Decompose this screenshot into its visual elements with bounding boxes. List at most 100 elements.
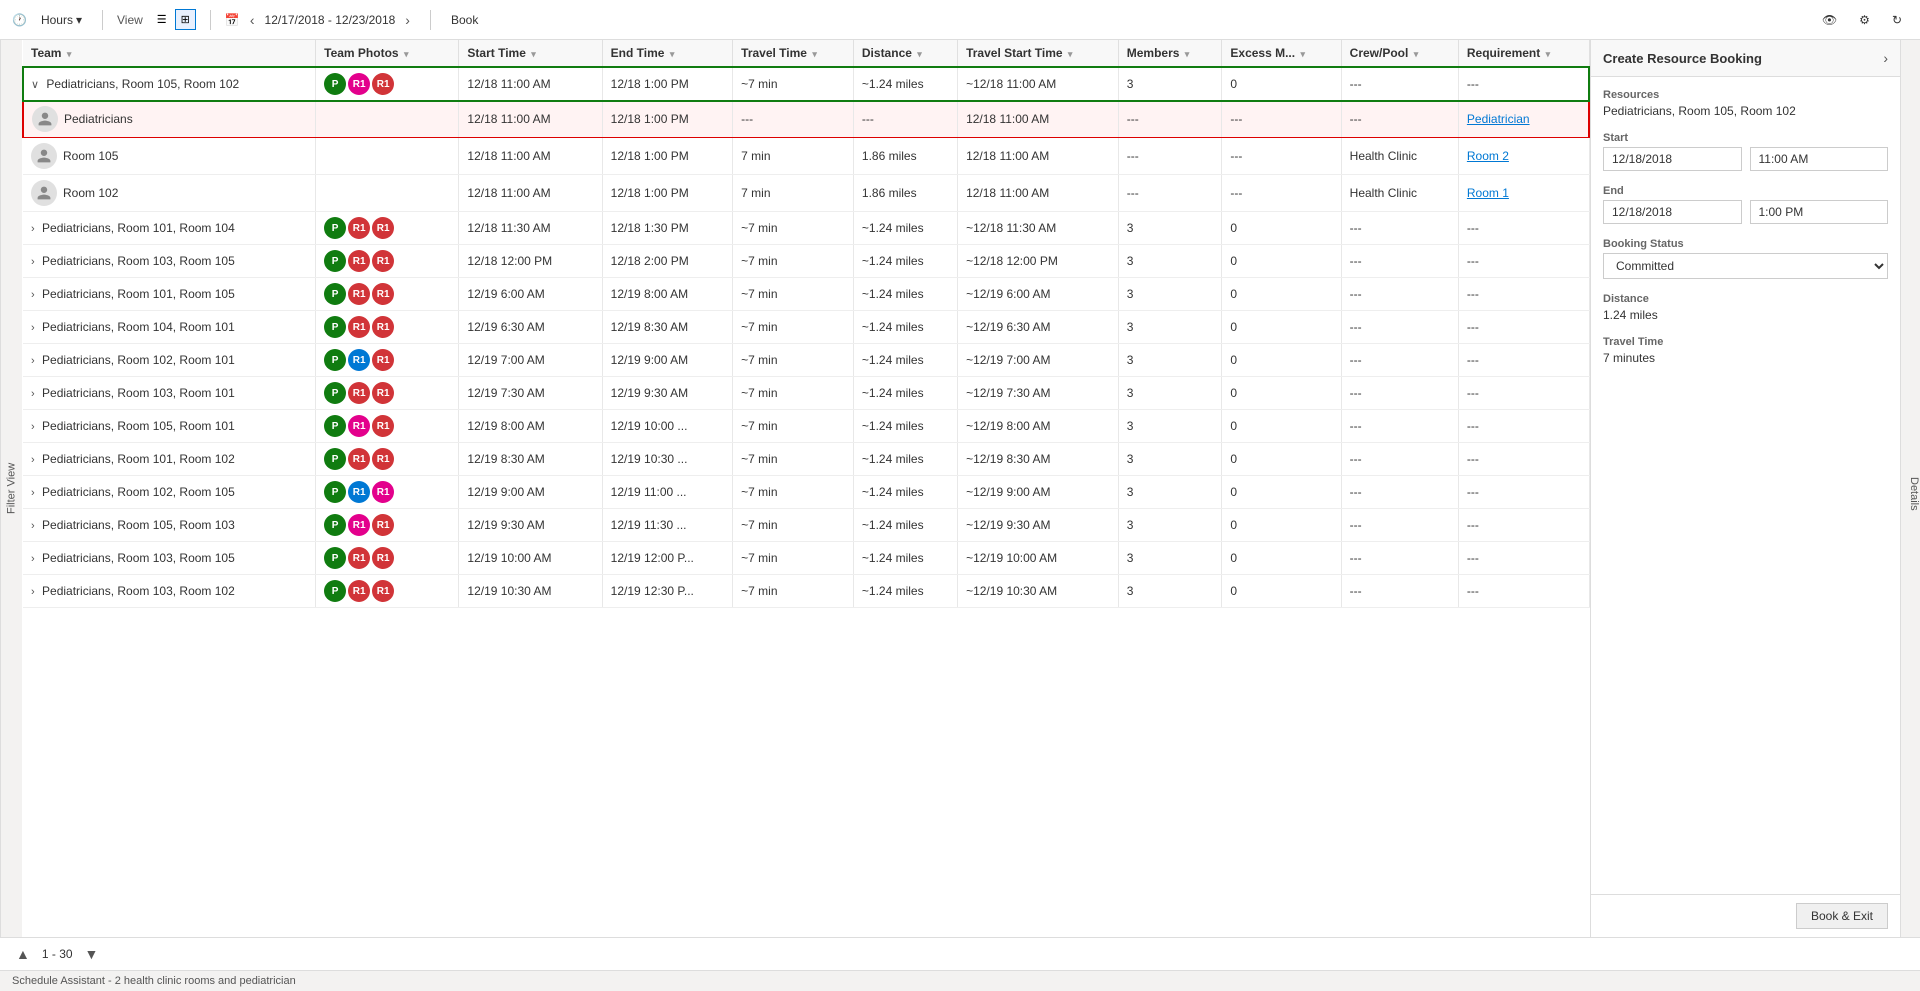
requirement[interactable]: Room 1 bbox=[1458, 175, 1589, 212]
avatar: P bbox=[324, 283, 346, 305]
expand-icon[interactable]: › bbox=[31, 520, 35, 532]
avatar: R1 bbox=[372, 250, 394, 272]
status-bar: Schedule Assistant - 2 health clinic roo… bbox=[0, 970, 1920, 991]
table-row[interactable]: › Pediatricians, Room 102, Room 105 P R1… bbox=[23, 476, 1589, 509]
prev-date-button[interactable]: ‹ bbox=[244, 10, 261, 30]
requirement-link[interactable]: Pediatrician bbox=[1467, 112, 1530, 126]
team-name: Pediatricians, Room 102, Room 101 bbox=[42, 353, 235, 367]
refresh-button[interactable]: ↻ bbox=[1886, 11, 1908, 29]
start-label: Start bbox=[1603, 132, 1888, 144]
requirement-link[interactable]: Room 2 bbox=[1467, 149, 1509, 163]
date-range: 12/17/2018 - 12/23/2018 bbox=[265, 13, 396, 27]
expand-icon[interactable]: ∨ bbox=[31, 78, 39, 91]
expand-icon[interactable]: › bbox=[31, 289, 35, 301]
pagination-prev-button[interactable]: ▲ bbox=[12, 944, 34, 964]
table-row[interactable]: Room 105 12/18 11:00 AM 12/18 1:00 PM 7 … bbox=[23, 138, 1589, 175]
expand-icon[interactable]: › bbox=[31, 454, 35, 466]
expand-icon[interactable]: › bbox=[31, 553, 35, 565]
expand-icon[interactable]: › bbox=[31, 223, 35, 235]
col-header-end[interactable]: End Time ▾ bbox=[602, 40, 732, 67]
avatar: R1 bbox=[372, 448, 394, 470]
table-row[interactable]: › Pediatricians, Room 101, Room 102 P R1… bbox=[23, 443, 1589, 476]
team-name: Pediatricians, Room 103, Room 105 bbox=[42, 254, 235, 268]
team-name: Pediatricians, Room 104, Room 101 bbox=[42, 320, 235, 334]
settings-button[interactable]: ⚙ bbox=[1853, 11, 1876, 29]
expand-icon[interactable]: › bbox=[31, 421, 35, 433]
requirement[interactable]: Room 2 bbox=[1458, 138, 1589, 175]
booking-status-select[interactable]: Committed Tentative bbox=[1603, 253, 1888, 279]
start-time: 12/18 11:00 AM bbox=[459, 175, 602, 212]
table-row[interactable]: ∨ Pediatricians, Room 105, Room 102 P R1… bbox=[23, 67, 1589, 101]
table-row[interactable]: › Pediatricians, Room 103, Room 105 P R1… bbox=[23, 245, 1589, 278]
avatar-group: P R1 R1 bbox=[324, 514, 450, 536]
filter-view-label[interactable]: Filter View bbox=[0, 40, 22, 937]
avatar: R1 bbox=[348, 283, 370, 305]
avatar: R1 bbox=[348, 448, 370, 470]
table-row[interactable]: Pediatricians 12/18 11:00 AM 12/18 1:00 … bbox=[23, 101, 1589, 138]
sort-icon-tstart: ▾ bbox=[1068, 49, 1073, 59]
avatar: R1 bbox=[372, 73, 394, 95]
team-name: Pediatricians, Room 101, Room 104 bbox=[42, 221, 235, 235]
avatar-group: P R1 R1 bbox=[324, 580, 450, 602]
eye-button[interactable]: 👁 bbox=[1816, 11, 1843, 29]
table-row[interactable]: › Pediatricians, Room 105, Room 103 P R1… bbox=[23, 509, 1589, 542]
travel-time-label: Travel Time bbox=[1603, 336, 1888, 348]
col-header-photos[interactable]: Team Photos ▾ bbox=[316, 40, 459, 67]
view-label: View bbox=[117, 13, 143, 27]
table-row[interactable]: › Pediatricians, Room 104, Room 101 P R1… bbox=[23, 311, 1589, 344]
start-time: 12/18 11:00 AM bbox=[459, 67, 602, 101]
col-header-crew[interactable]: Crew/Pool ▾ bbox=[1341, 40, 1458, 67]
avatar-person bbox=[31, 143, 57, 169]
table-row[interactable]: › Pediatricians, Room 102, Room 101 P R1… bbox=[23, 344, 1589, 377]
avatar-group: P R1 R1 bbox=[324, 481, 450, 503]
details-tab[interactable]: Details bbox=[1900, 40, 1920, 937]
table-row[interactable]: › Pediatricians, Room 101, Room 104 P R1… bbox=[23, 212, 1589, 245]
avatar: R1 bbox=[372, 415, 394, 437]
end-time: 12/18 1:00 PM bbox=[602, 138, 732, 175]
col-header-req[interactable]: Requirement ▾ bbox=[1458, 40, 1589, 67]
end-time-input[interactable] bbox=[1750, 200, 1889, 224]
end-date-input[interactable] bbox=[1603, 200, 1742, 224]
travel-start: ~12/18 11:00 AM bbox=[958, 67, 1119, 101]
view-grid-button[interactable]: ⊞ bbox=[175, 9, 196, 30]
expand-icon[interactable]: › bbox=[31, 388, 35, 400]
sort-icon-team: ▾ bbox=[67, 49, 72, 59]
col-header-travel[interactable]: Travel Time ▾ bbox=[733, 40, 854, 67]
end-time: 12/18 1:00 PM bbox=[602, 67, 732, 101]
start-time-input[interactable] bbox=[1750, 147, 1889, 171]
pagination-next-button[interactable]: ▼ bbox=[81, 944, 103, 964]
requirement-link[interactable]: Room 1 bbox=[1467, 186, 1509, 200]
expand-icon[interactable]: › bbox=[31, 487, 35, 499]
panel-arrow-icon[interactable]: › bbox=[1883, 50, 1888, 66]
avatar-group: P R1 R1 bbox=[324, 250, 450, 272]
col-header-team[interactable]: Team ▾ bbox=[23, 40, 316, 67]
hours-button[interactable]: Hours ▾ bbox=[35, 11, 88, 29]
table-row[interactable]: › Pediatricians, Room 105, Room 101 P R1… bbox=[23, 410, 1589, 443]
col-header-excess[interactable]: Excess M... ▾ bbox=[1222, 40, 1341, 67]
next-date-button[interactable]: › bbox=[399, 10, 416, 30]
table-row[interactable]: › Pediatricians, Room 101, Room 105 P R1… bbox=[23, 278, 1589, 311]
expand-icon[interactable]: › bbox=[31, 586, 35, 598]
start-date-input[interactable] bbox=[1603, 147, 1742, 171]
col-header-members[interactable]: Members ▾ bbox=[1118, 40, 1222, 67]
col-header-distance[interactable]: Distance ▾ bbox=[853, 40, 957, 67]
book-exit-button[interactable]: Book & Exit bbox=[1796, 903, 1888, 929]
col-header-tstart[interactable]: Travel Start Time ▾ bbox=[958, 40, 1119, 67]
expand-icon[interactable]: › bbox=[31, 256, 35, 268]
avatar: R1 bbox=[348, 382, 370, 404]
travel-time: 7 min bbox=[733, 138, 854, 175]
crew: Health Clinic bbox=[1341, 138, 1458, 175]
table-container[interactable]: Team ▾ Team Photos ▾ Start Time ▾ End Ti… bbox=[22, 40, 1590, 937]
view-list-button[interactable]: ☰ bbox=[151, 9, 173, 30]
col-header-start[interactable]: Start Time ▾ bbox=[459, 40, 602, 67]
book-button[interactable]: Book bbox=[445, 11, 484, 29]
table-row[interactable]: › Pediatricians, Room 103, Room 105 P R1… bbox=[23, 542, 1589, 575]
expand-icon[interactable]: › bbox=[31, 322, 35, 334]
table-row[interactable]: › Pediatricians, Room 103, Room 102 P R1… bbox=[23, 575, 1589, 608]
requirement[interactable]: Pediatrician bbox=[1458, 101, 1589, 138]
table-row[interactable]: Room 102 12/18 11:00 AM 12/18 1:00 PM 7 … bbox=[23, 175, 1589, 212]
expand-icon[interactable]: › bbox=[31, 355, 35, 367]
travel-time-section: Travel Time 7 minutes bbox=[1603, 336, 1888, 365]
pagination-bar: ▲ 1 - 30 ▼ bbox=[0, 937, 1920, 970]
table-row[interactable]: › Pediatricians, Room 103, Room 101 P R1… bbox=[23, 377, 1589, 410]
